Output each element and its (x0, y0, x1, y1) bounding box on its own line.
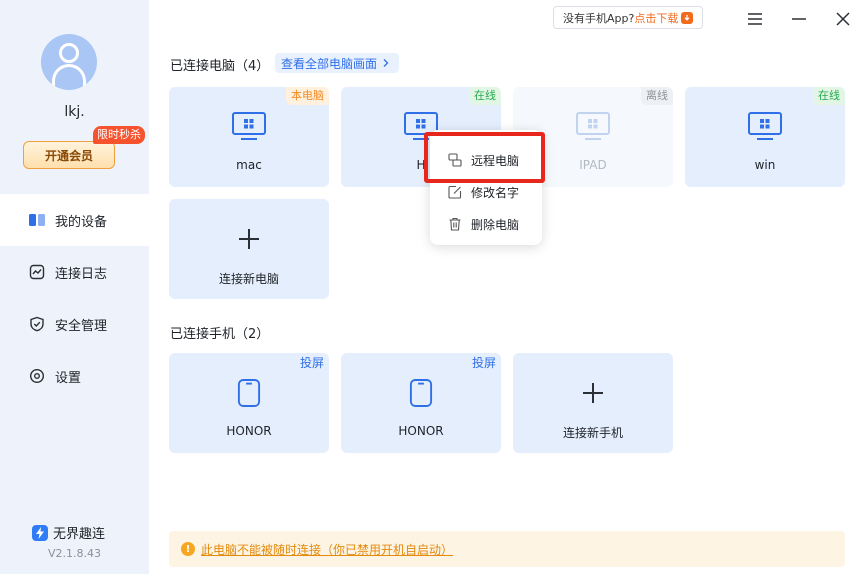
autostart-notice: ! 此电脑不能被随时连接（你已禁用开机自启动） (169, 531, 845, 567)
plus-icon (581, 381, 605, 405)
menu-icon[interactable] (744, 8, 766, 30)
phone-card-honor-2[interactable]: 投屏 HONOR (341, 353, 501, 453)
status-badge: 离线 (641, 87, 673, 105)
monitor-icon (748, 112, 782, 140)
add-computer-label: 连接新电脑 (218, 272, 279, 286)
autostart-notice-link[interactable]: 此电脑不能被随时连接（你已禁用开机自启动） (201, 541, 453, 558)
status-badge: 在线 (813, 87, 845, 105)
edit-icon (448, 185, 462, 199)
download-link-text: 点击下载 (634, 11, 679, 25)
vip-button[interactable]: 开通会员 (23, 141, 115, 169)
sidebar-item-label: 安全管理 (55, 318, 108, 334)
remote-desktop-icon (448, 153, 462, 167)
sidebar-item-my-devices[interactable]: 我的设备 (0, 194, 149, 246)
promo-tag: 限时秒杀 (93, 126, 145, 144)
menu-item-delete[interactable]: 删除电脑 (430, 209, 542, 239)
avatar-head (59, 43, 79, 63)
trash-icon (448, 217, 462, 231)
menu-item-label: 远程电脑 (471, 153, 520, 168)
menu-item-label: 修改名字 (471, 185, 520, 200)
monitor-icon (576, 112, 610, 140)
add-computer-card[interactable]: 连接新电脑 (169, 199, 329, 299)
brand-logo-icon (32, 524, 48, 541)
add-phone-label: 连接新手机 (562, 426, 623, 440)
sidebar-item-label: 设置 (55, 370, 82, 386)
phone-icon (237, 379, 261, 407)
menu-item-remote-computer[interactable]: 远程电脑 (430, 145, 542, 175)
phone-card-honor-1[interactable]: 投屏 HONOR (169, 353, 329, 453)
sidebar: lkj. 开通会员 限时秒杀 我的设备 连接日志 安全管理 设置 无界趣连 V2… (0, 0, 149, 574)
computer-context-menu: 远程电脑 修改名字 删除电脑 (430, 130, 542, 245)
view-all-computers-button[interactable]: 查看全部电脑画面 (275, 53, 400, 73)
sidebar-item-label: 我的设备 (55, 214, 108, 230)
phone-name: HONOR (398, 424, 444, 438)
phones-section-title: 已连接手机（2） (170, 327, 270, 342)
warning-icon: ! (181, 542, 195, 556)
monitor-icon (232, 112, 266, 140)
computer-name: win (754, 158, 776, 172)
computer-name: mac (236, 158, 262, 172)
download-icon (681, 11, 694, 24)
download-app-link[interactable]: 没有手机App? 点击下载 (553, 6, 704, 29)
close-icon[interactable] (832, 8, 854, 30)
sidebar-item-settings[interactable]: 设置 (0, 350, 149, 402)
settings-icon (28, 367, 46, 385)
shield-icon (28, 315, 46, 333)
menu-item-label: 删除电脑 (471, 217, 520, 232)
plus-icon (237, 227, 261, 251)
cast-screen-button[interactable]: 投屏 (295, 354, 329, 372)
sidebar-nav: 我的设备 连接日志 安全管理 设置 (0, 194, 149, 402)
cast-screen-button[interactable]: 投屏 (467, 354, 501, 372)
app-version: V2.1.8.43 (47, 547, 101, 560)
username: lkj. (64, 104, 85, 120)
computers-section-title: 已连接电脑（4） (170, 59, 270, 74)
avatar[interactable] (41, 34, 97, 90)
sidebar-item-connection-log[interactable]: 连接日志 (0, 246, 149, 298)
add-phone-card[interactable]: 连接新手机 (513, 353, 673, 453)
sidebar-item-label: 连接日志 (55, 266, 108, 282)
computer-card-win[interactable]: 在线 win (685, 87, 845, 187)
brand-name: 无界趣连 (53, 527, 106, 542)
download-question: 没有手机App? (563, 11, 635, 25)
computer-card-mac[interactable]: 本电脑 mac (169, 87, 329, 187)
status-badge: 本电脑 (286, 87, 329, 105)
devices-icon (28, 211, 46, 229)
brand: 无界趣连 (32, 523, 105, 542)
avatar-shoulders (52, 64, 86, 86)
phone-name: HONOR (226, 424, 272, 438)
phone-icon (409, 379, 433, 407)
menu-item-rename[interactable]: 修改名字 (430, 177, 542, 207)
view-all-label: 查看全部电脑画面 (281, 56, 378, 71)
status-badge: 在线 (469, 87, 501, 105)
sidebar-item-security[interactable]: 安全管理 (0, 298, 149, 350)
minimize-icon[interactable] (788, 8, 810, 30)
log-icon (28, 263, 46, 281)
chevron-right-icon (383, 59, 389, 67)
